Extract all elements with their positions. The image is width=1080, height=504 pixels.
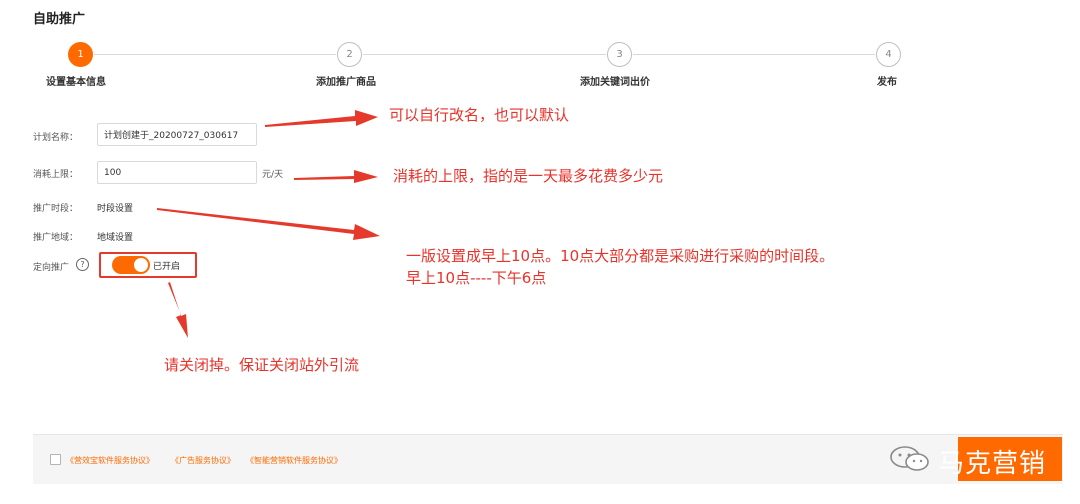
agreement-link-software[interactable]: 《营效宝软件服务协议》 (66, 455, 154, 466)
agreement-link-ads[interactable]: 《广告服务协议》 (171, 455, 235, 466)
arrow-targeting (168, 282, 188, 338)
arrow-budget (294, 170, 378, 183)
annotation-schedule-line1: 一版设置成早上10点。10点大部分都是采购进行采购的时间段。 (406, 247, 835, 265)
agreement-checkbox[interactable] (50, 454, 61, 465)
annotation-budget: 消耗的上限，指的是一天最多花费多少元 (393, 167, 664, 185)
watermark-text: 马克营销 (938, 449, 1047, 479)
annotation-rename: 可以自行改名，也可以默认 (389, 106, 570, 124)
annotation-schedule-line2: 早上10点----下午6点 (406, 269, 547, 287)
agreement-link-marketing[interactable]: 《智能营销软件服务协议》 (246, 455, 342, 466)
wechat-icon (890, 446, 929, 471)
arrow-schedule (157, 208, 380, 240)
arrow-rename (265, 110, 378, 127)
annotation-targeting: 请关闭掉。保证关闭站外引流 (164, 356, 360, 374)
